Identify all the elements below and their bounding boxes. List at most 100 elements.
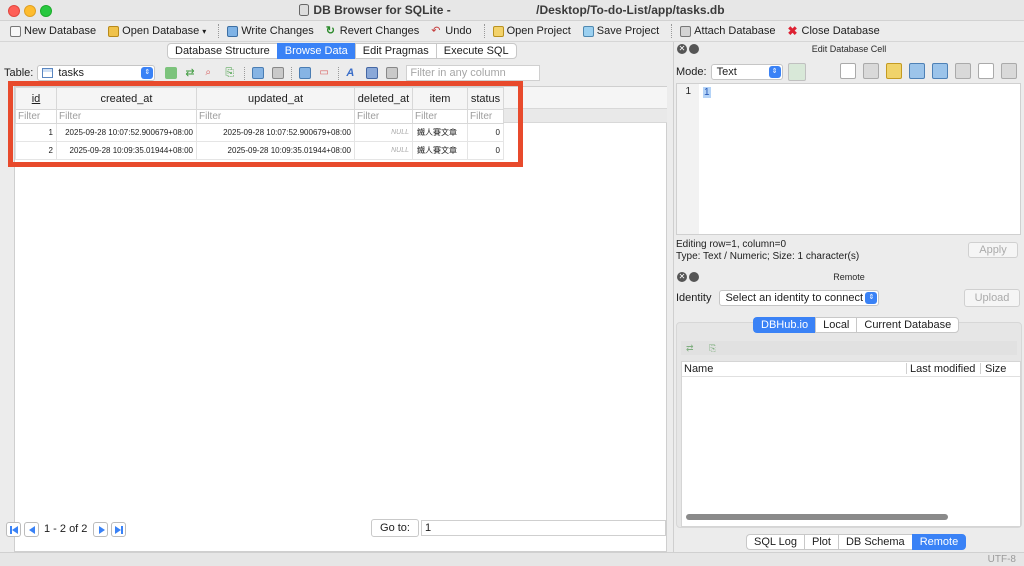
column-header-id[interactable]: id (15, 87, 57, 110)
filter-any-column-input[interactable]: Filter in any column (406, 65, 541, 81)
tab-browse-data[interactable]: Browse Data (276, 43, 355, 59)
last-page-button[interactable] (111, 521, 127, 537)
set-null-icon[interactable] (932, 63, 948, 79)
open-folder-icon (108, 25, 120, 37)
table-select[interactable]: tasks ⇕ (37, 65, 156, 81)
column-header-size[interactable]: Size (985, 363, 1006, 375)
filter-input-id[interactable]: Filter (15, 109, 57, 124)
indent-icon[interactable] (863, 63, 879, 79)
clone-icon[interactable]: ⎘ (709, 343, 719, 353)
italic-font-icon[interactable]: A (346, 67, 358, 79)
mode-select[interactable]: Text ⇕ (710, 64, 783, 80)
undo-label: Undo (445, 25, 472, 37)
refresh-icon[interactable]: ⇄ (686, 343, 696, 353)
identity-select[interactable]: Select an identity to connect ⇕ (719, 290, 880, 306)
export-icon[interactable] (252, 67, 265, 79)
save-filter-icon[interactable]: ⎘ (225, 67, 237, 79)
cell-id[interactable]: 1 (15, 123, 57, 142)
float-panel-icon[interactable] (689, 272, 699, 282)
column-header-updated-at[interactable]: updated_at (196, 87, 355, 110)
close-panel-icon[interactable]: ✕ (677, 272, 687, 282)
delete-record-icon[interactable]: ▭ (319, 67, 331, 79)
filter-input-deleted-at[interactable]: Filter (354, 109, 413, 124)
table-row[interactable]: 1 2025-09-28 10:07:52.900679+08:00 2025-… (15, 123, 504, 142)
cell-item[interactable]: 鐵人賽文章 (412, 141, 468, 160)
word-wrap-icon[interactable] (840, 63, 856, 79)
insert-record-icon[interactable] (299, 67, 312, 79)
eraser-icon[interactable] (978, 63, 994, 79)
tab-current-database[interactable]: Current Database (856, 317, 960, 333)
table-row[interactable]: 2 2025-09-28 10:09:35.01944+08:00 2025-0… (15, 141, 504, 160)
filter-input-updated-at[interactable]: Filter (196, 109, 355, 124)
new-database-button[interactable]: New Database (6, 22, 104, 40)
tab-dbhub[interactable]: DBHub.io (753, 317, 816, 333)
column-header-deleted-at[interactable]: deleted_at (354, 87, 413, 110)
replace-icon[interactable] (386, 67, 399, 79)
open-database-button[interactable]: Open Database ▾ (104, 22, 214, 40)
cell-id[interactable]: 2 (15, 141, 57, 160)
close-panel-icon[interactable]: ✕ (677, 44, 687, 54)
cell-created-at[interactable]: 2025-09-28 10:07:52.900679+08:00 (56, 123, 197, 142)
cell-editor[interactable]: 1 1 (676, 83, 1021, 235)
save-project-button[interactable]: Save Project (579, 22, 667, 40)
clear-filters-icon[interactable]: ⌕ (205, 67, 217, 79)
previous-page-button[interactable] (24, 521, 39, 537)
column-header-created-at[interactable]: created_at (56, 87, 197, 110)
tab-db-schema[interactable]: DB Schema (837, 534, 912, 550)
revert-changes-button[interactable]: ↻ Revert Changes (322, 22, 428, 40)
cell-editor-value[interactable]: 1 (703, 87, 711, 98)
tab-database-structure[interactable]: Database Structure (167, 43, 277, 59)
cell-item[interactable]: 鐵人賽文章 (412, 123, 468, 142)
print-icon[interactable] (1001, 63, 1017, 79)
tab-local[interactable]: Local (815, 317, 857, 333)
print-icon[interactable] (272, 67, 285, 79)
open-project-button[interactable]: Open Project (489, 22, 579, 40)
filter-input-status[interactable]: Filter (467, 109, 504, 124)
import-icon[interactable] (886, 63, 902, 79)
column-header-item[interactable]: item (412, 87, 468, 110)
identity-label: Identity (676, 292, 712, 304)
tab-sql-log[interactable]: SQL Log (746, 534, 805, 550)
horizontal-scrollbar[interactable] (686, 514, 948, 520)
attach-database-button[interactable]: Attach Database (676, 22, 783, 40)
browse-tools: ⇄ ⌕ ⎘ ▭ A (161, 66, 402, 80)
auto-switch-mode-icon[interactable] (787, 63, 806, 81)
next-page-button[interactable] (93, 521, 109, 537)
tab-remote[interactable]: Remote (911, 534, 967, 550)
column-header-name[interactable]: Name (684, 363, 713, 375)
column-header-last-modified[interactable]: Last modified (910, 363, 975, 375)
cell-status[interactable]: 0 (467, 141, 504, 160)
cell-created-at[interactable]: 2025-09-28 10:09:35.01944+08:00 (56, 141, 197, 160)
float-panel-icon[interactable] (689, 44, 699, 54)
cell-deleted-at[interactable]: NULL (354, 141, 413, 160)
first-page-button[interactable] (6, 521, 21, 537)
cell-deleted-at[interactable]: NULL (354, 123, 413, 142)
apply-button[interactable]: Apply (968, 242, 1018, 258)
edit-cell-header: ✕ Edit Database Cell (674, 42, 1024, 56)
export-icon[interactable] (909, 63, 925, 79)
clear-sort-icon[interactable]: ⇄ (185, 67, 197, 79)
cell-status[interactable]: 0 (467, 123, 504, 142)
revert-icon: ↻ (325, 24, 336, 37)
filter-row: Filter Filter Filter Filter Filter Filte… (15, 109, 504, 124)
find-icon[interactable] (366, 67, 379, 79)
cell-updated-at[interactable]: 2025-09-28 10:09:35.01944+08:00 (196, 141, 355, 160)
filter-input-created-at[interactable]: Filter (56, 109, 197, 124)
cell-updated-at[interactable]: 2025-09-28 10:07:52.900679+08:00 (196, 123, 355, 142)
undo-button[interactable]: ↶ Undo (427, 22, 479, 40)
refresh-table-icon[interactable] (165, 67, 178, 79)
tab-execute-sql[interactable]: Execute SQL (435, 43, 517, 59)
new-database-icon (10, 25, 21, 37)
goto-button[interactable]: Go to: (371, 519, 419, 537)
tab-edit-pragmas[interactable]: Edit Pragmas (354, 43, 436, 59)
upload-button[interactable]: Upload (964, 289, 1020, 307)
tab-plot[interactable]: Plot (804, 534, 838, 550)
close-database-button[interactable]: ✖ Close Database (784, 22, 888, 40)
window-title-path: /Desktop/To-do-List/app/tasks.db (536, 3, 725, 17)
screen-icon[interactable] (955, 63, 971, 79)
column-header-status[interactable]: status (467, 87, 504, 110)
filter-input-item[interactable]: Filter (412, 109, 468, 124)
write-changes-button[interactable]: Write Changes (223, 22, 322, 40)
remote-title: Remote (833, 272, 865, 282)
goto-input[interactable]: 1 (421, 520, 666, 536)
